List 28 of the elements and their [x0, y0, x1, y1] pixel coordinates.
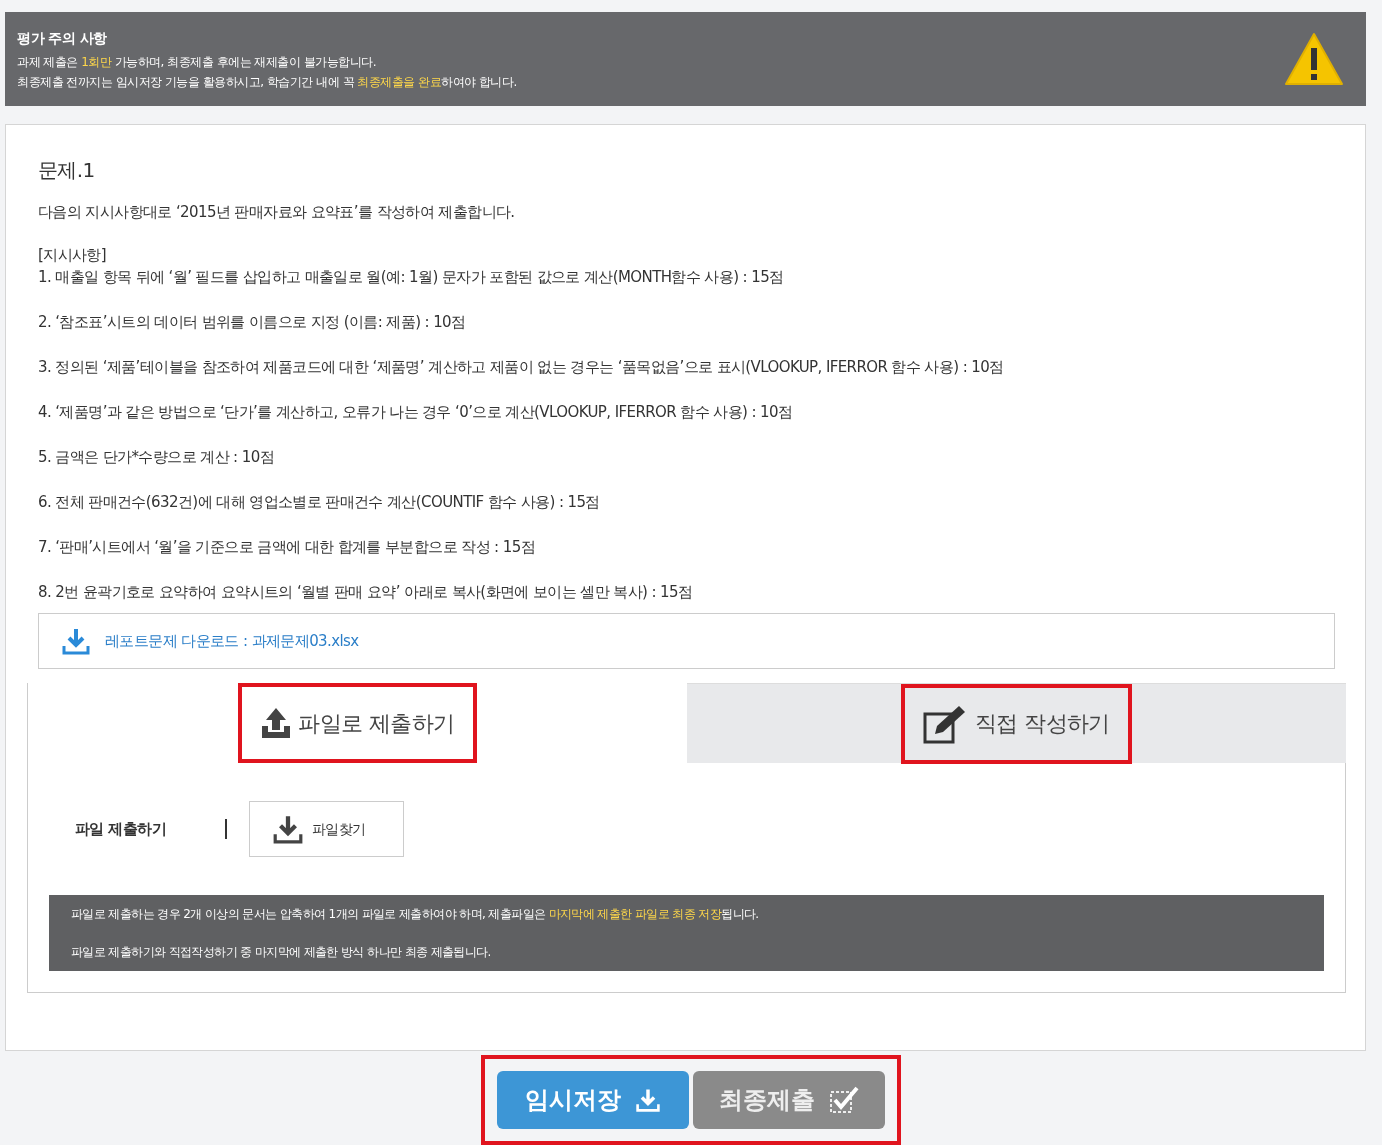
instruction-item: 1. 매출일 항목 뒤에 ‘월’ 필드를 삽입하고 매출일로 월(예: 1월) 문자가 포함된 값으로 계산(MONTH함수 사용) : 15점	[38, 267, 785, 286]
question-title: 문제.1	[38, 157, 96, 184]
tab-label: 파일로 제출하기	[238, 683, 477, 763]
instruction-item: 2. ‘참조표’시트의 데이터 범위를 이름으로 지정 (이름: 제품) : 10점	[38, 312, 467, 331]
instruction-item: 8. 2번 윤곽기호로 요약하여 요약시트의 ‘월별 판매 요약’ 아래로 복사(화면에 보이는 셀만 복사) : 15점	[38, 582, 694, 601]
info-text: 파일로 제출하기와 직접작성하기 중 마지막에 제출한 방식 하나만 최종 제출됩니다.	[71, 944, 492, 961]
file-submit-label: 파일 제출하기	[75, 818, 168, 840]
instructions-heading: [지시사항]	[38, 244, 108, 266]
notice-text: 최종제출 전까지는 임시저장 기능을 활용하시고, 학습기간 내에 꼭 최종제출을 완료하여야 합니다.	[17, 73, 517, 91]
submit-tab[interactable]: 직접 작성하기	[687, 683, 1346, 763]
instruction-item: 6. 전체 판매건수(632건)에 대해 영업소별로 판매건수 계산(COUNTIF 함수 사용) : 15점	[38, 492, 601, 511]
download-icon	[61, 626, 91, 656]
instruction-item: 5. 금액은 단가*수량으로 계산 : 10점	[38, 447, 275, 466]
download-icon	[635, 1087, 661, 1113]
notice-title: 평가 주의 사항	[17, 28, 108, 48]
question-intro: 다음의 지시사항대로 ‘2015년 판매자료와 요약표’를 작성하여 제출합니다.	[38, 202, 516, 223]
upload-icon	[260, 706, 293, 740]
instruction-item: 4. ‘제품명’과 같은 방법으로 ‘단가’를 계산하고, 오류가 나는 경우 ‘0’으로 계산(VLOOKUP, IFERROR 함수 사용) : 10점	[38, 402, 794, 421]
notice-text: 과제 제출은 1회만 가능하며, 최종제출 후에는 재제출이 불가능합니다.	[17, 53, 377, 71]
warning-icon	[1284, 32, 1344, 86]
info-text: 파일로 제출하는 경우 2개 이상의 문서는 압축하여 1개의 파일로 제출하여야 하며, 제출파일은 마지막에 제출한 파일로 최종 저장됩니다.	[71, 906, 760, 923]
instruction-item: 7. ‘판매’시트에서 ‘월’을 기준으로 금액에 대한 합계를 부분합으로 작성 : 15점	[38, 537, 536, 556]
file-browse-button[interactable]: 파일찾기	[249, 801, 404, 857]
download-link[interactable]: 레포트문제 다운로드 : 과제문제03.xlsx	[105, 629, 359, 653]
tab-label: 직접 작성하기	[901, 683, 1132, 764]
inbox-download-icon	[272, 813, 304, 845]
instruction-item: 3. 정의된 ‘제품’테이블을 참조하여 제품코드에 대한 ‘제품명’ 계산하고 제품이 없는 경우는 ‘품목없음’으로 표시(VLOOKUP, IFERROR 함수 사용) : 10점	[38, 357, 1005, 376]
checkbox-icon	[829, 1086, 859, 1114]
